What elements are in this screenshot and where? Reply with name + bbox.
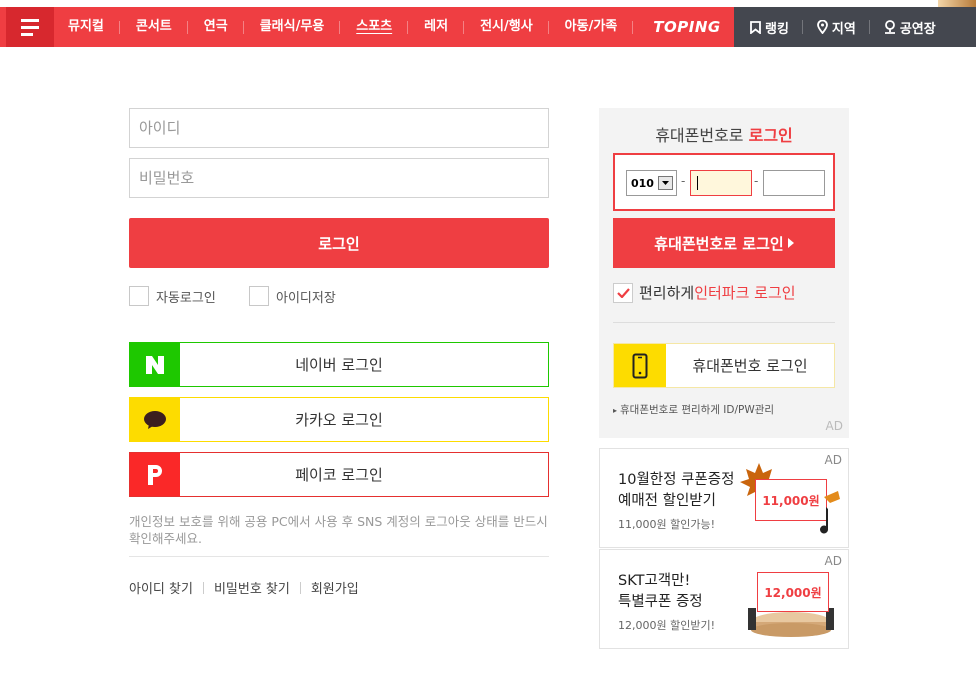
corner-banner-art xyxy=(938,0,976,7)
auto-login-label: 자동로그인 xyxy=(156,290,216,306)
phone-number-form: 010 - - xyxy=(613,153,835,211)
kakao-login-button[interactable]: 카카오 로그인 xyxy=(129,397,549,442)
mobile-phone-icon xyxy=(614,344,666,387)
phone-prefix-value: 010 xyxy=(631,176,654,190)
phone-number-login-label: 휴대폰번호 로그인 xyxy=(692,357,808,375)
ad-subtext: 12,000원 할인받기! xyxy=(618,619,715,632)
phone-middle-input[interactable] xyxy=(690,170,752,196)
nav-region-label: 지역 xyxy=(831,21,856,37)
category-bar: 뮤지컬 콘서트 연극 클래식/무용 스포츠 레저 전시/행사 아동/가족 TOP… xyxy=(0,7,734,47)
phone-login-button-label: 휴대폰번호로 로그인 xyxy=(654,234,784,253)
checkmark-icon[interactable] xyxy=(613,282,633,303)
auto-login-checkbox[interactable]: 자동로그인 xyxy=(129,286,216,306)
login-button[interactable]: 로그인 xyxy=(129,218,549,268)
ad-coupon-image: 11,000원 xyxy=(755,479,827,521)
top-navigation: 뮤지컬 콘서트 연극 클래식/무용 스포츠 레저 전시/행사 아동/가족 TOP… xyxy=(0,7,976,47)
panel-divider xyxy=(613,322,835,323)
arrow-right-icon xyxy=(787,238,794,248)
nav-kids-family[interactable]: 아동/가족 xyxy=(549,7,634,47)
venue-pin-icon xyxy=(884,20,895,34)
ad-banner-skt[interactable]: AD SKT고객만! 특별쿠폰 증정 12,000원 할인받기! 12,000원 xyxy=(599,549,849,649)
dropdown-arrow-icon[interactable] xyxy=(658,176,673,190)
phone-login-button[interactable]: 휴대폰번호로 로그인 xyxy=(613,218,835,268)
phone-last-input[interactable] xyxy=(763,170,825,196)
bookmark-icon xyxy=(750,20,761,34)
account-links: 아이디 찾기 비밀번호 찾기 회원가입 xyxy=(129,578,359,597)
phone-login-title: 휴대폰번호로 로그인 xyxy=(599,122,849,146)
ad-coupon-image: 12,000원 xyxy=(757,572,829,612)
easy-login-prefix: 편리하게 xyxy=(639,284,695,302)
easy-login-checkbox[interactable]: 편리하게 인터파크 로그인 xyxy=(613,282,796,303)
ad-tag: AD xyxy=(824,554,842,568)
nav-exhibition[interactable]: 전시/행사 xyxy=(464,7,549,47)
id-pw-management-link[interactable]: 휴대폰번호로 편리하게 ID/PW관리 xyxy=(613,402,774,417)
nav-region[interactable]: 지역 xyxy=(803,7,870,47)
toping-logo[interactable]: TOPING xyxy=(653,18,720,36)
nav-ranking-label: 랭킹 xyxy=(765,21,789,37)
nav-musical[interactable]: 뮤지컬 xyxy=(54,7,120,47)
signup-link[interactable]: 회원가입 xyxy=(311,578,359,597)
ad-coupon-value: 11,000원 xyxy=(762,493,820,508)
ad-coupon-value: 12,000원 xyxy=(764,585,822,600)
naver-logo-icon xyxy=(130,343,180,386)
payco-logo-icon xyxy=(130,453,180,496)
phone-dash: - xyxy=(754,174,759,188)
phone-dash: - xyxy=(681,174,686,188)
ad-headline-2: 특별쿠폰 증정 xyxy=(618,594,703,610)
link-separator xyxy=(299,581,301,594)
phone-prefix-select[interactable]: 010 xyxy=(626,170,677,196)
naver-login-label: 네이버 로그인 xyxy=(295,356,383,374)
kakao-speech-bubble-icon xyxy=(130,398,180,441)
save-id-label: 아이디저장 xyxy=(276,290,336,306)
ad-tag: AD xyxy=(825,419,843,433)
privacy-notice: 개인정보 보호를 위해 공용 PC에서 사용 후 SNS 계정의 로그아웃 상태… xyxy=(129,514,548,546)
hamburger-menu-icon[interactable] xyxy=(6,7,54,47)
nav-ranking[interactable]: 랭킹 xyxy=(734,7,803,47)
auto-login-box[interactable] xyxy=(129,286,149,306)
phone-number-login-button[interactable]: 휴대폰번호 로그인 xyxy=(613,343,835,388)
find-password-link[interactable]: 비밀번호 찾기 xyxy=(214,578,290,597)
link-separator xyxy=(202,581,204,594)
phone-login-panel: 휴대폰번호로 로그인 010 - - 휴대폰번호로 로그인 편리하게 인터파크 … xyxy=(599,108,849,438)
payco-login-button[interactable]: 페이코 로그인 xyxy=(129,452,549,497)
login-divider xyxy=(129,556,549,557)
nav-venue-label: 공연장 xyxy=(899,21,936,37)
location-pin-icon xyxy=(817,20,828,34)
phone-title-highlight: 로그인 xyxy=(748,126,793,145)
ad-subtext: 11,000원 할인가능! xyxy=(618,518,715,531)
ad-banner-coupon[interactable]: AD 10월한정 쿠폰증정 예매전 할인받기 11,000원 할인가능! 11,… xyxy=(599,448,849,548)
find-id-link[interactable]: 아이디 찾기 xyxy=(129,578,193,597)
music-note-icon xyxy=(818,489,844,539)
password-input[interactable] xyxy=(129,158,549,198)
easy-login-highlight: 인터파크 로그인 xyxy=(694,284,796,302)
ad-tag: AD xyxy=(824,453,842,467)
ad-headline-2: 예매전 할인받기 xyxy=(618,493,716,509)
nav-classic-dance[interactable]: 클래식/무용 xyxy=(244,7,341,47)
ad-headline: SKT고객만! xyxy=(618,573,691,589)
utility-bar: 랭킹 지역 공연장 xyxy=(734,7,976,47)
id-input[interactable] xyxy=(129,108,549,148)
ad-headline: 10월한정 쿠폰증정 xyxy=(618,472,735,488)
kakao-login-label: 카카오 로그인 xyxy=(295,411,383,429)
save-id-box[interactable] xyxy=(249,286,269,306)
payco-login-label: 페이코 로그인 xyxy=(295,466,383,484)
naver-login-button[interactable]: 네이버 로그인 xyxy=(129,342,549,387)
nav-theater[interactable]: 연극 xyxy=(188,7,244,47)
save-id-checkbox[interactable]: 아이디저장 xyxy=(249,286,336,306)
phone-title-prefix: 휴대폰번호로 xyxy=(655,126,749,145)
nav-concert[interactable]: 콘서트 xyxy=(120,7,188,47)
nav-sports[interactable]: 스포츠 xyxy=(340,7,409,47)
nav-leisure[interactable]: 레저 xyxy=(408,7,465,47)
nav-venue[interactable]: 공연장 xyxy=(870,7,950,47)
